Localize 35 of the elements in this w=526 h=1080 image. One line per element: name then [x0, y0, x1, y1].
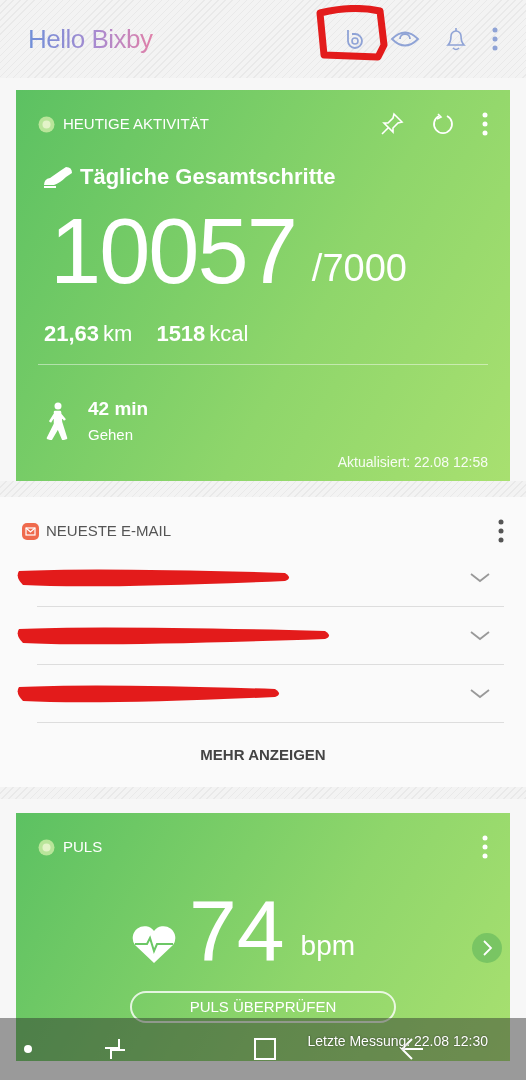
show-more-button[interactable]: MEHR ANZEIGEN: [194, 743, 332, 768]
distance-unit: km: [103, 321, 133, 346]
calories-value: 1518: [156, 321, 206, 346]
app-icon: [38, 838, 55, 856]
dot-icon[interactable]: [24, 1045, 32, 1053]
pulse-unit: bpm: [300, 929, 356, 963]
steps-count: 10057: [50, 205, 296, 297]
eye-icon[interactable]: [390, 29, 420, 49]
home-icon[interactable]: [254, 1038, 276, 1060]
chevron-right-icon[interactable]: [472, 933, 502, 963]
calories-unit: kcal: [209, 321, 249, 346]
updated-time: Aktualisiert: 22.08 12:58: [337, 453, 488, 472]
steps-goal: /7000: [311, 246, 407, 291]
bell-icon[interactable]: [444, 26, 468, 52]
chevron-down-icon[interactable]: [470, 630, 490, 641]
walking-person-icon: [46, 401, 68, 440]
card-title: NEUESTE E-MAIL: [46, 520, 172, 541]
steps-label: Tägliche Gesamtschritte: [80, 163, 336, 191]
recent-apps-icon[interactable]: [104, 1038, 126, 1060]
card-title: HEUTIGE AKTIVITÄT: [63, 113, 209, 134]
heart-rate-icon: [130, 923, 177, 965]
app-icon: [38, 115, 55, 133]
distance-value: 21,63: [44, 321, 100, 346]
card-title: PULS: [63, 836, 103, 857]
mail-icon: [22, 522, 39, 540]
pulse-value: 74: [188, 887, 285, 973]
pin-icon[interactable]: [380, 112, 404, 136]
refresh-icon[interactable]: [432, 113, 454, 135]
sneaker-icon: [42, 164, 74, 189]
walk-duration: 42 min: [88, 397, 149, 421]
walk-label: Gehen: [88, 424, 135, 445]
chevron-down-icon[interactable]: [470, 688, 490, 699]
chevron-down-icon[interactable]: [470, 572, 490, 583]
more-icon[interactable]: [498, 519, 504, 543]
last-measurement: Letzte Messung: 22.08 12:30: [307, 1033, 488, 1049]
